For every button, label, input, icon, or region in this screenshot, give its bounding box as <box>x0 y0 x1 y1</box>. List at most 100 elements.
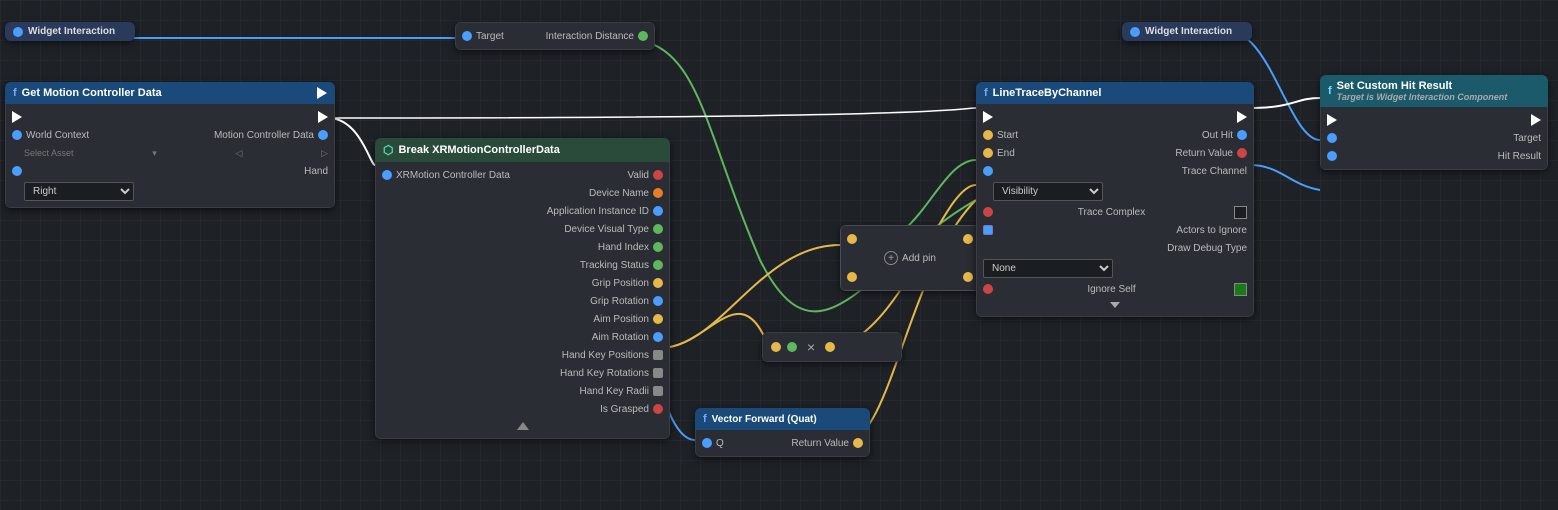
motion-controller-data-pin <box>318 130 328 140</box>
multiply-output <box>825 342 835 352</box>
vector-forward-node: f Vector Forward (Quat) Q Return Value <box>695 408 870 457</box>
hand-index-pin <box>653 242 663 252</box>
interaction-distance-label: Interaction Distance <box>546 31 634 42</box>
grip-rotation-label: Grip Rotation <box>590 296 649 307</box>
is-grasped-pin <box>653 404 663 414</box>
vector-forward-title: Vector Forward (Quat) <box>712 414 817 425</box>
device-visual-type-pin <box>653 224 663 234</box>
vector-return-pin <box>853 438 863 448</box>
lt-return-pin <box>1237 148 1247 158</box>
multiply-symbol: × <box>807 339 815 355</box>
actors-ignore-pin <box>983 225 993 235</box>
hand-key-rotations-label: Hand Key Rotations <box>560 368 649 379</box>
is-grasped-label: Is Grasped <box>600 404 649 415</box>
add-pin-input-1 <box>847 234 857 244</box>
grip-position-pin <box>653 278 663 288</box>
add-pin-output-1 <box>963 234 973 244</box>
hand-key-positions-pin <box>653 350 663 360</box>
set-custom-hit-node: f Set Custom Hit Result Target is Widget… <box>1320 75 1548 170</box>
trace-complex-label: Trace Complex <box>1078 207 1145 218</box>
aim-rotation-pin <box>653 332 663 342</box>
widget-interaction-pin-1 <box>13 27 23 37</box>
widget-interaction-label-1: Widget Interaction <box>28 26 115 37</box>
hand-key-rotations-pin <box>653 368 663 378</box>
trace-complex-checkbox[interactable] <box>1234 206 1247 219</box>
line-trace-title: LineTraceByChannel <box>993 87 1102 99</box>
widget-interaction-pin-2 <box>1130 27 1140 37</box>
valid-label: Valid <box>628 170 650 181</box>
hand-key-positions-label: Hand Key Positions <box>562 350 649 361</box>
interaction-distance-pin <box>638 31 648 41</box>
aim-position-label: Aim Position <box>593 314 649 325</box>
target-node: Target Interaction Distance <box>455 22 655 50</box>
world-context-pin <box>12 130 22 140</box>
lt-return-label: Return Value <box>1175 148 1233 159</box>
add-pin-button[interactable]: + <box>884 251 898 265</box>
q-pin <box>702 438 712 448</box>
hand-index-label: Hand Index <box>598 242 649 253</box>
trace-complex-pin <box>983 207 993 217</box>
ignore-self-checkbox[interactable] <box>1234 283 1247 296</box>
line-trace-expand[interactable] <box>1110 302 1120 308</box>
trace-channel-label: Trace Channel <box>1182 166 1247 177</box>
multiply-node: × <box>762 332 902 362</box>
target-input-pin <box>462 31 472 41</box>
aim-rotation-label: Aim Rotation <box>592 332 649 343</box>
device-name-label: Device Name <box>589 188 649 199</box>
widget-interaction-node-2[interactable]: Widget Interaction <box>1122 22 1252 41</box>
get-motion-controller-title: Get Motion Controller Data <box>22 87 162 99</box>
start-pin <box>983 130 993 140</box>
hit-result-label: Hit Result <box>1498 151 1541 162</box>
widget-interaction-label-2: Widget Interaction <box>1145 26 1232 37</box>
valid-pin <box>653 170 663 180</box>
collapse-arrow[interactable] <box>517 422 529 430</box>
tracking-status-pin <box>653 260 663 270</box>
hand-key-radii-pin <box>653 386 663 396</box>
ignore-self-label: Ignore Self <box>1087 284 1135 295</box>
add-pin-input-2 <box>847 272 857 282</box>
device-name-pin <box>653 188 663 198</box>
draw-debug-dropdown[interactable]: None <box>983 259 1113 278</box>
select-asset-label: Select Asset <box>24 148 74 158</box>
set-hit-target-pin <box>1327 133 1337 143</box>
grip-position-label: Grip Position <box>592 278 649 289</box>
out-hit-pin <box>1237 130 1247 140</box>
xr-input-pin <box>382 170 392 180</box>
device-visual-type-label: Device Visual Type <box>564 224 649 235</box>
motion-controller-data-label: Motion Controller Data <box>214 130 314 141</box>
widget-interaction-node-1[interactable]: Widget Interaction <box>5 22 135 41</box>
app-instance-id-pin <box>653 206 663 216</box>
set-hit-target-label: Target <box>1513 133 1541 144</box>
xr-input-label: XRMotion Controller Data <box>396 170 510 181</box>
hand-pin <box>12 166 22 176</box>
draw-debug-label: Draw Debug Type <box>1167 243 1247 254</box>
break-xr-node: ⬡ Break XRMotionControllerData XRMotion … <box>375 138 670 439</box>
out-hit-label: Out Hit <box>1202 130 1233 141</box>
trace-channel-pin <box>983 166 993 176</box>
q-label: Q <box>716 438 724 449</box>
line-trace-node: f LineTraceByChannel Start Out Hit End R… <box>976 82 1254 317</box>
hand-dropdown[interactable]: Right <box>24 182 134 201</box>
trace-channel-dropdown[interactable]: Visibility <box>993 182 1103 201</box>
actors-ignore-label: Actors to Ignore <box>1176 225 1247 236</box>
world-context-label: World Context <box>26 130 89 141</box>
end-pin <box>983 148 993 158</box>
start-label: Start <box>997 130 1018 141</box>
vector-return-label: Return Value <box>791 438 849 449</box>
add-pin-node: + Add pin <box>840 225 980 291</box>
hand-key-radii-label: Hand Key Radii <box>580 386 649 397</box>
multiply-input-1 <box>771 342 781 352</box>
app-instance-id-label: Application Instance ID <box>547 206 649 217</box>
tracking-status-label: Tracking Status <box>580 260 649 271</box>
set-custom-hit-title: Set Custom Hit Result <box>1337 80 1508 92</box>
end-label: End <box>997 148 1015 159</box>
hand-label: Hand <box>304 166 328 177</box>
grip-rotation-pin <box>653 296 663 306</box>
get-motion-controller-node: f Get Motion Controller Data World Conte… <box>5 82 335 208</box>
set-custom-hit-subtitle: Target is Widget Interaction Component <box>1337 92 1508 102</box>
add-pin-output-2 <box>963 272 973 282</box>
multiply-input-2 <box>787 342 797 352</box>
break-xr-title: Break XRMotionControllerData <box>398 144 559 156</box>
add-pin-label: Add pin <box>902 253 936 264</box>
ignore-self-pin <box>983 284 993 294</box>
